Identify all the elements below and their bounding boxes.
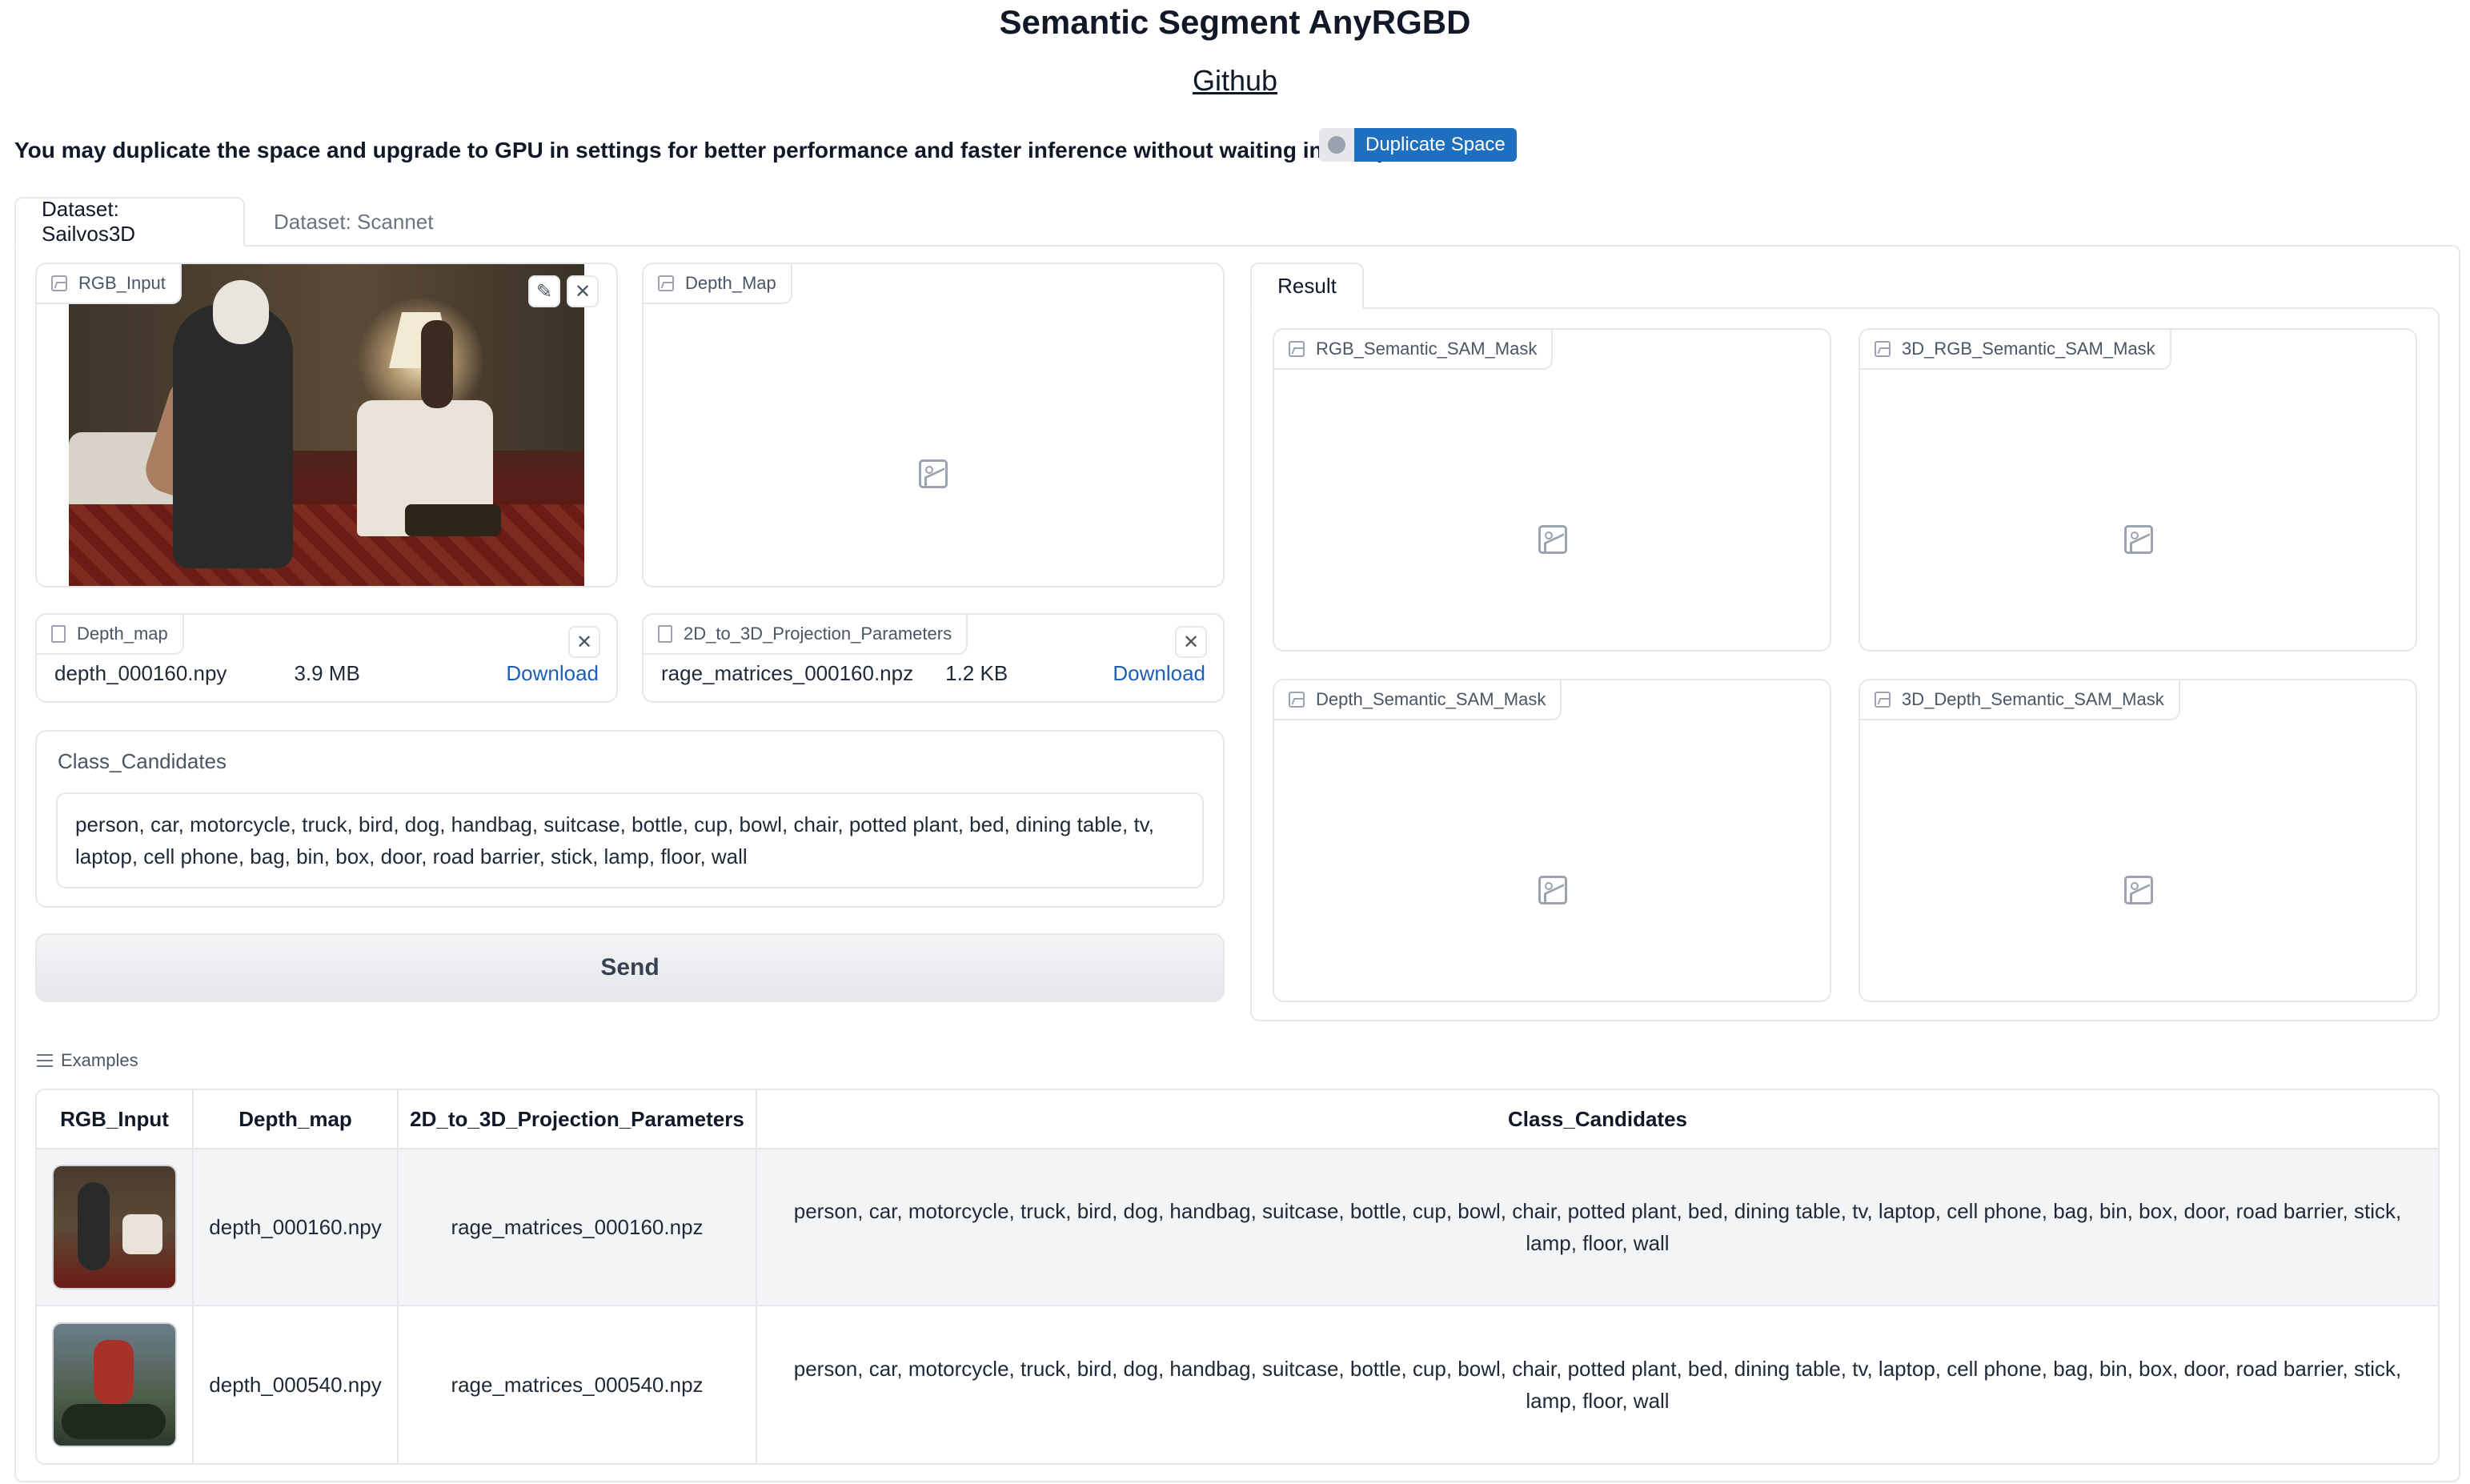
image-placeholder-icon bbox=[2124, 525, 2153, 554]
column-header: Depth_map bbox=[194, 1090, 399, 1149]
depth-file-label: Depth_map bbox=[37, 615, 184, 655]
list-icon bbox=[37, 1054, 53, 1067]
depth-map-block[interactable]: Depth_Map bbox=[642, 263, 1225, 588]
tab-result[interactable]: Result bbox=[1250, 263, 1364, 309]
3d-rgb-semantic-sam-mask: 3D_RGB_Semantic_SAM_Mask bbox=[1859, 328, 2417, 652]
output-label-text: 3D_Depth_Semantic_SAM_Mask bbox=[1902, 689, 2164, 709]
image-placeholder-icon bbox=[2124, 876, 2153, 904]
rgb-input-image bbox=[69, 264, 584, 586]
rgb-input-label: RGB_Input bbox=[37, 264, 182, 304]
table-cell[interactable]: rage_matrices_000540.npz bbox=[399, 1306, 757, 1463]
3d-depth-semantic-sam-mask: 3D_Depth_Semantic_SAM_Mask bbox=[1859, 679, 2417, 1002]
table-cell[interactable]: depth_000160.npy bbox=[194, 1149, 399, 1306]
table-cell[interactable]: person, car, motorcycle, truck, bird, do… bbox=[757, 1306, 2438, 1463]
example-thumbnail bbox=[52, 1165, 177, 1289]
file-icon bbox=[658, 625, 672, 643]
examples-table: RGB_Input Depth_map 2D_to_3D_Projection_… bbox=[35, 1089, 2440, 1465]
depth-file-size: 3.9 MB bbox=[294, 661, 360, 685]
depth-file-row: depth_000160.npy 3.9 MB Download bbox=[54, 661, 599, 686]
output-label: RGB_Semantic_SAM_Mask bbox=[1274, 330, 1554, 370]
depth-file-name: depth_000160.npy bbox=[54, 661, 227, 685]
page-title: Semantic Segment AnyRGBD bbox=[999, 3, 1471, 41]
image-icon bbox=[658, 275, 674, 291]
proj-file-name: rage_matrices_000160.npz bbox=[661, 661, 914, 685]
depth-map-label: Depth_Map bbox=[644, 264, 792, 304]
column-header: Class_Candidates bbox=[757, 1090, 2438, 1149]
proj-file-label-text: 2D_to_3D_Projection_Parameters bbox=[684, 624, 952, 644]
duplicate-space-button[interactable]: Duplicate Space bbox=[1354, 128, 1517, 162]
image-icon bbox=[1289, 692, 1305, 708]
output-label-text: Depth_Semantic_SAM_Mask bbox=[1316, 689, 1546, 709]
github-link-wrap: Github bbox=[0, 64, 2470, 98]
tab-scannet[interactable]: Dataset: Scannet bbox=[248, 197, 459, 247]
column-header: RGB_Input bbox=[37, 1090, 194, 1149]
example-thumb-cell[interactable] bbox=[37, 1306, 194, 1463]
example-thumb-cell[interactable] bbox=[37, 1149, 194, 1306]
image-placeholder-icon bbox=[919, 459, 948, 488]
depth-map-label-text: Depth_Map bbox=[685, 273, 776, 293]
class-candidates-block: Class_Candidates person, car, motorcycle… bbox=[35, 730, 1225, 908]
depth-file-label-text: Depth_map bbox=[77, 624, 168, 644]
proj-file-download[interactable]: Download bbox=[1113, 661, 1205, 686]
toggle-icon bbox=[1319, 128, 1354, 162]
table-cell[interactable]: rage_matrices_000160.npz bbox=[399, 1149, 757, 1306]
close-icon[interactable]: ✕ bbox=[567, 275, 599, 307]
table-cell[interactable]: person, car, motorcycle, truck, bird, do… bbox=[757, 1149, 2438, 1306]
proj-file-row: rage_matrices_000160.npz 1.2 KB Download bbox=[661, 661, 1205, 686]
depth-semantic-sam-mask: Depth_Semantic_SAM_Mask bbox=[1273, 679, 1831, 1002]
github-link[interactable]: Github bbox=[1193, 64, 1277, 97]
examples-label-text: Examples bbox=[61, 1050, 138, 1070]
depth-file-block[interactable]: Depth_map ✕ depth_000160.npy 3.9 MB Down… bbox=[35, 613, 618, 703]
rgb-input-label-text: RGB_Input bbox=[78, 273, 166, 293]
class-candidates-label: Class_Candidates bbox=[58, 749, 227, 773]
example-thumbnail bbox=[52, 1322, 177, 1447]
send-button[interactable]: Send bbox=[35, 933, 1225, 1002]
examples-label: Examples bbox=[37, 1050, 138, 1071]
class-candidates-input[interactable]: person, car, motorcycle, truck, bird, do… bbox=[56, 792, 1204, 888]
rgb-semantic-sam-mask: RGB_Semantic_SAM_Mask bbox=[1273, 328, 1831, 652]
output-label: 3D_Depth_Semantic_SAM_Mask bbox=[1860, 680, 2180, 720]
image-icon bbox=[1289, 341, 1305, 357]
tab-sailvos3d[interactable]: Dataset: Sailvos3D bbox=[14, 197, 245, 247]
image-icon bbox=[1875, 341, 1891, 357]
rgb-input-block[interactable]: RGB_Input ✎ ✕ bbox=[35, 263, 618, 588]
duplicate-space-badge[interactable]: Duplicate Space bbox=[1319, 128, 1517, 162]
table-row[interactable]: depth_000160.npy rage_matrices_000160.np… bbox=[37, 1149, 2438, 1306]
image-icon bbox=[1875, 692, 1891, 708]
close-icon[interactable]: ✕ bbox=[1175, 626, 1207, 658]
image-placeholder-icon bbox=[1538, 876, 1567, 904]
output-label-text: RGB_Semantic_SAM_Mask bbox=[1316, 339, 1538, 359]
proj-file-size: 1.2 KB bbox=[945, 661, 1008, 685]
column-header: 2D_to_3D_Projection_Parameters bbox=[399, 1090, 757, 1149]
edit-icon[interactable]: ✎ bbox=[528, 275, 560, 307]
output-label: 3D_RGB_Semantic_SAM_Mask bbox=[1860, 330, 2171, 370]
close-icon[interactable]: ✕ bbox=[568, 626, 600, 658]
proj-file-label: 2D_to_3D_Projection_Parameters bbox=[644, 615, 968, 655]
image-icon bbox=[51, 275, 67, 291]
table-row[interactable]: depth_000540.npy rage_matrices_000540.np… bbox=[37, 1306, 2438, 1463]
table-cell[interactable]: depth_000540.npy bbox=[194, 1306, 399, 1463]
image-placeholder-icon bbox=[1538, 525, 1567, 554]
proj-file-block[interactable]: 2D_to_3D_Projection_Parameters ✕ rage_ma… bbox=[642, 613, 1225, 703]
depth-file-download[interactable]: Download bbox=[506, 661, 599, 686]
file-icon bbox=[51, 625, 66, 643]
notice-text: You may duplicate the space and upgrade … bbox=[14, 138, 1442, 162]
output-label-text: 3D_RGB_Semantic_SAM_Mask bbox=[1902, 339, 2155, 359]
output-label: Depth_Semantic_SAM_Mask bbox=[1274, 680, 1562, 720]
